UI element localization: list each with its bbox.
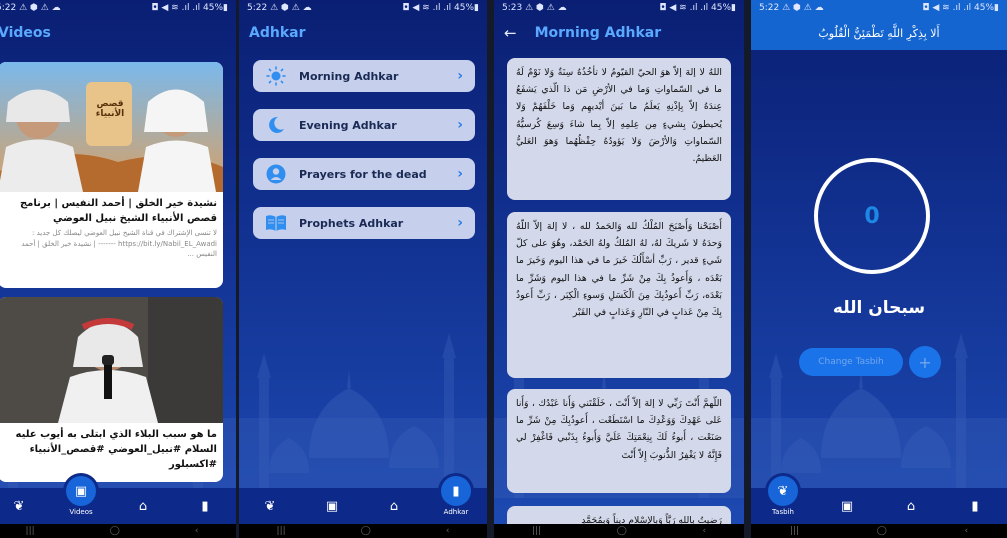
change-tasbih-button[interactable]: Change Tasbih (799, 348, 903, 376)
nav-home-icon[interactable]: ⌂ (374, 499, 414, 514)
sys-home-icon[interactable]: ◯ (361, 526, 371, 536)
mosque-background (751, 333, 1007, 498)
app-bar: Adhkar (239, 16, 487, 50)
sys-recent-icon[interactable]: ||| (277, 526, 286, 536)
video-title: ما هو سبب البلاء الذي ابتلى به أيوب عليه… (15, 429, 217, 470)
sys-recent-icon[interactable]: ||| (26, 526, 35, 536)
videos-screen: 5:22 ⚠ ⬢ ⚠ ☁ ◘ ◀ ≋ .ıl .ıl 45%▮ Videos ق… (0, 0, 236, 538)
sys-home-icon[interactable]: ◯ (877, 526, 887, 536)
bottom-nav: ❦ Tasbih ▣ ⌂ ▮ (751, 476, 1007, 524)
page-title: Videos (0, 25, 51, 41)
sys-back-icon[interactable]: ‹ (195, 526, 199, 536)
video-card[interactable]: ما هو سبب البلاء الذي ابتلى به أيوب عليه… (0, 297, 223, 482)
status-bar: 5:22 ⚠ ⬢ ⚠ ☁ ◘ ◀ ≋ .ıl .ıl 45%▮ (0, 0, 236, 16)
status-bar: 5:22 ⚠ ⬢ ⚠ ☁ ◘ ◀ ≋ .ıl .ıl 45%▮ (239, 0, 487, 16)
chevron-right-icon: › (457, 68, 463, 84)
nav-tasbih-icon[interactable]: ❦ (250, 499, 290, 514)
dhikr-card: اللّهمَّ أَنْتَ رَبِّي لا إلهَ إلاّ أَنْ… (507, 389, 731, 493)
menu-item-label: Prophets Adhkar (299, 216, 404, 230)
app-bar: Videos (0, 16, 236, 50)
sys-recent-icon[interactable]: ||| (790, 526, 799, 536)
sys-back-icon[interactable]: ‹ (965, 526, 969, 536)
menu-item-label: Prayers for the dead (299, 167, 427, 181)
morning-adhkar-screen: 5:23 ⚠ ⬢ ⚠ ☁ ◘ ◀ ≋ .ıl .ıl 45%▮ ← Mornin… (494, 0, 744, 538)
status-time: 5:22 ⚠ ⬢ ⚠ ☁ (247, 3, 312, 13)
open-book-icon (265, 212, 287, 234)
nav-videos[interactable]: ▣ Videos (61, 476, 101, 516)
verse-header: أَلا بِذِكْرِ اللَّهِ تَطْمَئِنُّ الْقُل… (751, 16, 1007, 50)
back-arrow-icon[interactable]: ← (504, 24, 517, 42)
status-bar: 5:23 ⚠ ⬢ ⚠ ☁ ◘ ◀ ≋ .ıl .ıl 45%▮ (494, 0, 744, 16)
chevron-right-icon: › (457, 166, 463, 182)
video-thumbnail[interactable] (0, 297, 223, 423)
video-thumbnail[interactable]: قصص الأنبياء (0, 62, 223, 192)
menu-item-evening-adhkar[interactable]: Evening Adhkar › (253, 109, 475, 141)
counter-value: 0 (864, 203, 880, 229)
system-nav: ||| ◯ ‹ (751, 524, 1007, 538)
status-time: 5:23 ⚠ ⬢ ⚠ ☁ (502, 3, 567, 13)
app-bar: ← Morning Adhkar (494, 16, 744, 50)
tasbih-screen: 5:22 ⚠ ⬢ ⚠ ☁ ◘ ◀ ≋ .ıl .ıl 45%▮ أَلا بِذ… (751, 0, 1007, 538)
menu-item-label: Evening Adhkar (299, 118, 397, 132)
nav-videos-label: Videos (69, 508, 93, 516)
sys-home-icon[interactable]: ◯ (617, 526, 627, 536)
tasbih-icon: ❦ (768, 476, 798, 506)
page-title: Adhkar (249, 25, 306, 41)
nav-home-icon[interactable]: ⌂ (123, 499, 163, 514)
book-icon: ▮ (441, 476, 471, 506)
bottom-nav: ❦ ▣ ⌂ ▮ Adhkar (239, 476, 487, 524)
menu-item-prayers-for-the-dead[interactable]: Prayers for the dead › (253, 158, 475, 190)
person-icon (265, 163, 287, 185)
adhkar-screen: 5:22 ⚠ ⬢ ⚠ ☁ ◘ ◀ ≋ .ıl .ıl 45%▮ Adhkar M… (239, 0, 487, 538)
sys-recent-icon[interactable]: ||| (532, 526, 541, 536)
video-description: لا تنسى الإشتراك في قناة الشيخ نبيل العو… (21, 229, 217, 258)
system-nav: ||| ◯ ‹ (0, 524, 236, 538)
status-icons: ◘ ◀ ≋ .ıl .ıl 45%▮ (922, 3, 999, 13)
video-title: نشيدة خير الخلق | أحمد النفيس | برنامج ق… (19, 198, 217, 224)
nav-book-icon[interactable]: ▮ (185, 499, 225, 514)
chevron-right-icon: › (457, 117, 463, 133)
nav-tasbih-icon[interactable]: ❦ (0, 499, 39, 514)
status-icons: ◘ ◀ ≋ .ıl .ıl 45%▮ (659, 3, 736, 13)
zikr-text: سبحان الله (832, 298, 926, 318)
add-tasbih-button[interactable]: + (909, 346, 941, 378)
chevron-right-icon: › (457, 215, 463, 231)
sys-home-icon[interactable]: ◯ (110, 526, 120, 536)
system-nav: ||| ◯ ‹ (494, 524, 744, 538)
moon-icon (265, 114, 287, 136)
sys-back-icon[interactable]: ‹ (703, 526, 707, 536)
status-time: 5:22 ⚠ ⬢ ⚠ ☁ (759, 3, 824, 13)
page-title: Morning Adhkar (534, 25, 662, 41)
mosque-background (239, 333, 487, 498)
status-bar: 5:22 ⚠ ⬢ ⚠ ☁ ◘ ◀ ≋ .ıl .ıl 45%▮ (751, 0, 1007, 16)
status-time: 5:22 ⚠ ⬢ ⚠ ☁ (0, 3, 61, 13)
video-card[interactable]: قصص الأنبياء نشيدة خير الخلق | أحمد النف… (0, 62, 223, 288)
system-nav: ||| ◯ ‹ (239, 524, 487, 538)
dhikr-card: اللهُ لا إلهَ إلاّ هوَ الحيّ القيّومُ لا… (507, 58, 731, 200)
nav-tasbih-label: Tasbih (772, 508, 794, 516)
menu-item-prophets-adhkar[interactable]: Prophets Adhkar › (253, 207, 475, 239)
menu-item-morning-adhkar[interactable]: Morning Adhkar › (253, 60, 475, 92)
video-library-icon: ▣ (66, 476, 96, 506)
status-icons: ◘ ◀ ≋ .ıl .ıl 45%▮ (151, 3, 228, 13)
nav-videos-icon[interactable]: ▣ (827, 499, 867, 514)
thumbnail-logo: قصص الأنبياء (95, 99, 125, 119)
nav-videos-icon[interactable]: ▣ (312, 499, 352, 514)
menu-item-label: Morning Adhkar (299, 69, 399, 83)
sun-icon (265, 65, 287, 87)
nav-home-icon[interactable]: ⌂ (891, 499, 931, 514)
nav-tasbih[interactable]: ❦ Tasbih (763, 476, 803, 516)
bottom-nav: ❦ ▣ Videos ⌂ ▮ (0, 476, 236, 524)
dhikr-card: أَصْبَحْنا وَأَصْبَحَ المُلْكُ لله وَالح… (507, 212, 731, 378)
tasbih-counter[interactable]: 0 (814, 158, 930, 274)
nav-adhkar[interactable]: ▮ Adhkar (436, 476, 476, 516)
sys-back-icon[interactable]: ‹ (446, 526, 450, 536)
nav-book-icon[interactable]: ▮ (955, 499, 995, 514)
status-icons: ◘ ◀ ≋ .ıl .ıl 45%▮ (402, 3, 479, 13)
nav-adhkar-label: Adhkar (443, 508, 469, 516)
